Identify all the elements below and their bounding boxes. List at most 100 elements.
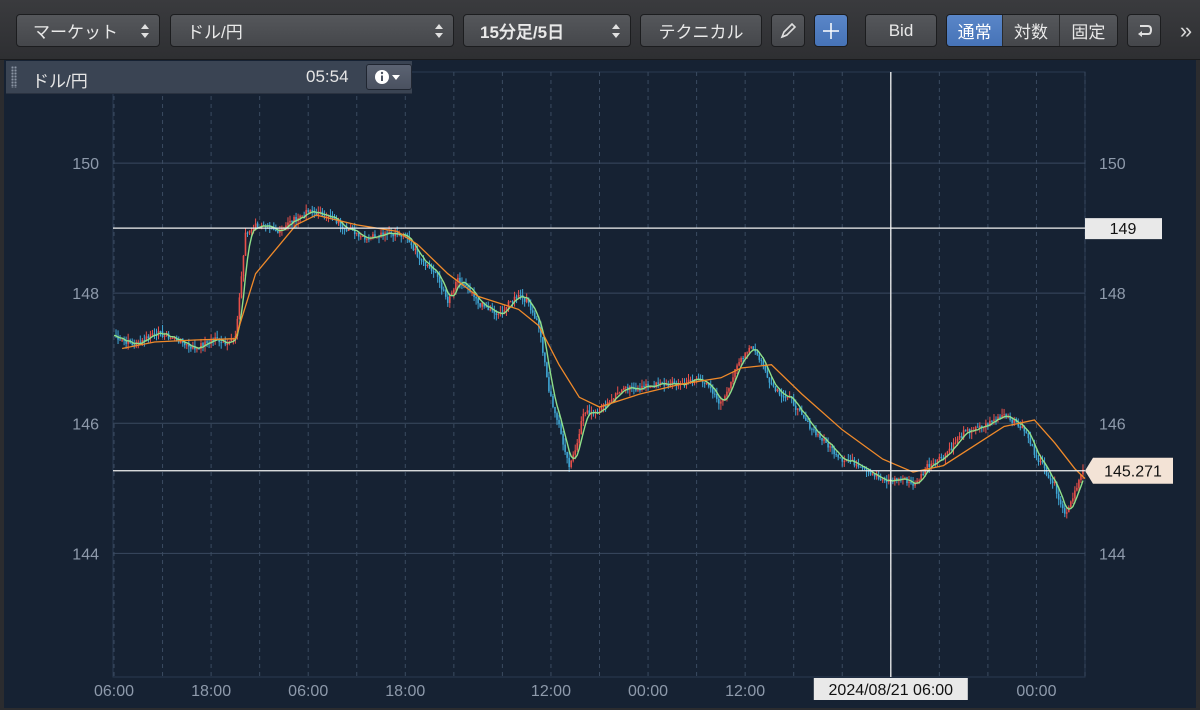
candle-body	[829, 446, 831, 448]
scale-mode-fixed[interactable]: 固定	[1059, 15, 1117, 46]
pair-select[interactable]: ドル/円	[170, 14, 454, 47]
candle-body	[730, 381, 732, 389]
candle-body	[465, 284, 467, 287]
candle-body	[517, 294, 520, 298]
candle-body	[366, 238, 368, 240]
scale-mode-group: 通常 対数 固定	[946, 14, 1118, 47]
candle-body	[497, 313, 500, 315]
draw-tool-button[interactable]	[771, 14, 805, 47]
bid-button[interactable]: Bid	[865, 14, 937, 47]
candle-body	[430, 268, 433, 271]
candle-body	[786, 396, 789, 398]
market-select[interactable]: マーケット	[16, 14, 160, 47]
candle-body	[950, 448, 953, 450]
candle-body	[449, 296, 451, 303]
pair-select-label: ドル/円	[187, 23, 243, 42]
technical-button[interactable]: テクニカル	[640, 14, 762, 47]
candle-body	[1070, 501, 1072, 508]
candle-body	[121, 339, 123, 341]
x-tick-label: 00:00	[1016, 683, 1056, 700]
y-tick-label-right: 146	[1099, 416, 1126, 433]
candle-body	[932, 463, 935, 465]
candle-body	[1045, 467, 1048, 475]
candle-body	[291, 220, 293, 223]
candle-body	[766, 370, 769, 378]
candle-body	[1078, 479, 1080, 488]
candle-body	[689, 379, 692, 381]
candle-body	[578, 433, 581, 444]
candle-body	[750, 346, 753, 348]
candle-body	[758, 354, 761, 360]
candle-body	[744, 353, 746, 359]
candle-body	[552, 395, 554, 407]
candle-body	[991, 420, 993, 422]
scale-mode-log[interactable]: 対数	[1003, 15, 1060, 46]
candle-body	[794, 405, 797, 410]
candle-body	[1003, 414, 1005, 416]
candle-body	[568, 457, 570, 468]
price-chart[interactable]: 144 144 146 146 148 148 150 150 06:00 18:00 06:00 1…	[0, 60, 1200, 710]
candle-body	[823, 438, 825, 441]
candle-body	[424, 262, 427, 267]
candle-body	[807, 420, 809, 422]
candle-body	[940, 456, 943, 459]
candle-body	[857, 464, 860, 467]
more-button[interactable]: »	[1172, 14, 1200, 47]
candle-body	[817, 434, 819, 436]
candle-body	[420, 258, 423, 261]
candle-body	[546, 362, 548, 378]
candle-body	[726, 391, 728, 397]
candle-body	[1035, 454, 1038, 458]
return-arrow-icon	[1138, 24, 1153, 37]
candle-body	[811, 428, 813, 430]
candle-body	[859, 466, 862, 468]
scale-mode-normal[interactable]: 通常	[947, 15, 1004, 46]
crosshair-date-label: 2024/08/21 06:00	[829, 682, 954, 699]
toolbar: マーケット ドル/円 15分足/5日 テクニカル Bid 通常 対数 固定 »	[0, 0, 1200, 60]
candle-body	[434, 272, 437, 274]
candle-body	[511, 301, 514, 303]
undo-button[interactable]	[1127, 14, 1161, 47]
candle-body	[871, 474, 874, 476]
info-menu-button[interactable]	[366, 64, 412, 90]
candle-body	[438, 276, 441, 283]
candle-body	[1039, 460, 1042, 462]
candle-body	[440, 282, 443, 290]
x-tick-label: 12:00	[531, 683, 571, 700]
candle-body	[946, 451, 949, 454]
candle-body	[716, 393, 718, 399]
bid-button-label: Bid	[888, 20, 914, 40]
candle-body	[772, 384, 775, 387]
candle-body	[564, 444, 566, 452]
candle-body	[584, 412, 587, 414]
select-arrows-icon	[612, 24, 620, 38]
drag-handle-icon[interactable]	[11, 66, 17, 88]
more-icon: »	[1179, 17, 1193, 43]
info-time: 05:54	[306, 67, 349, 86]
candle-body	[622, 387, 625, 390]
interval-select[interactable]: 15分足/5日	[463, 14, 631, 47]
candle-body	[345, 229, 348, 231]
candle-body	[908, 481, 910, 484]
candle-body	[307, 210, 309, 213]
candle-body	[624, 387, 627, 389]
candle-body	[643, 385, 645, 387]
candle-body	[1049, 478, 1052, 481]
info-symbol: ドル/円	[32, 72, 88, 91]
candle-body	[748, 347, 750, 353]
candle-body	[544, 352, 546, 363]
current-price-label: 145.271	[1104, 464, 1162, 481]
candle-body	[580, 421, 583, 434]
candle-body	[558, 419, 560, 425]
candle-body	[784, 396, 787, 398]
crosshair-button[interactable]	[814, 14, 848, 47]
candle-body	[714, 393, 716, 395]
candle-body	[616, 392, 619, 394]
candle-body	[355, 233, 358, 235]
candle-body	[453, 289, 455, 293]
candle-body	[566, 451, 568, 458]
candle-body	[837, 454, 840, 458]
candle-body	[455, 281, 457, 290]
candle-body	[912, 483, 914, 486]
candle-body	[238, 297, 241, 319]
